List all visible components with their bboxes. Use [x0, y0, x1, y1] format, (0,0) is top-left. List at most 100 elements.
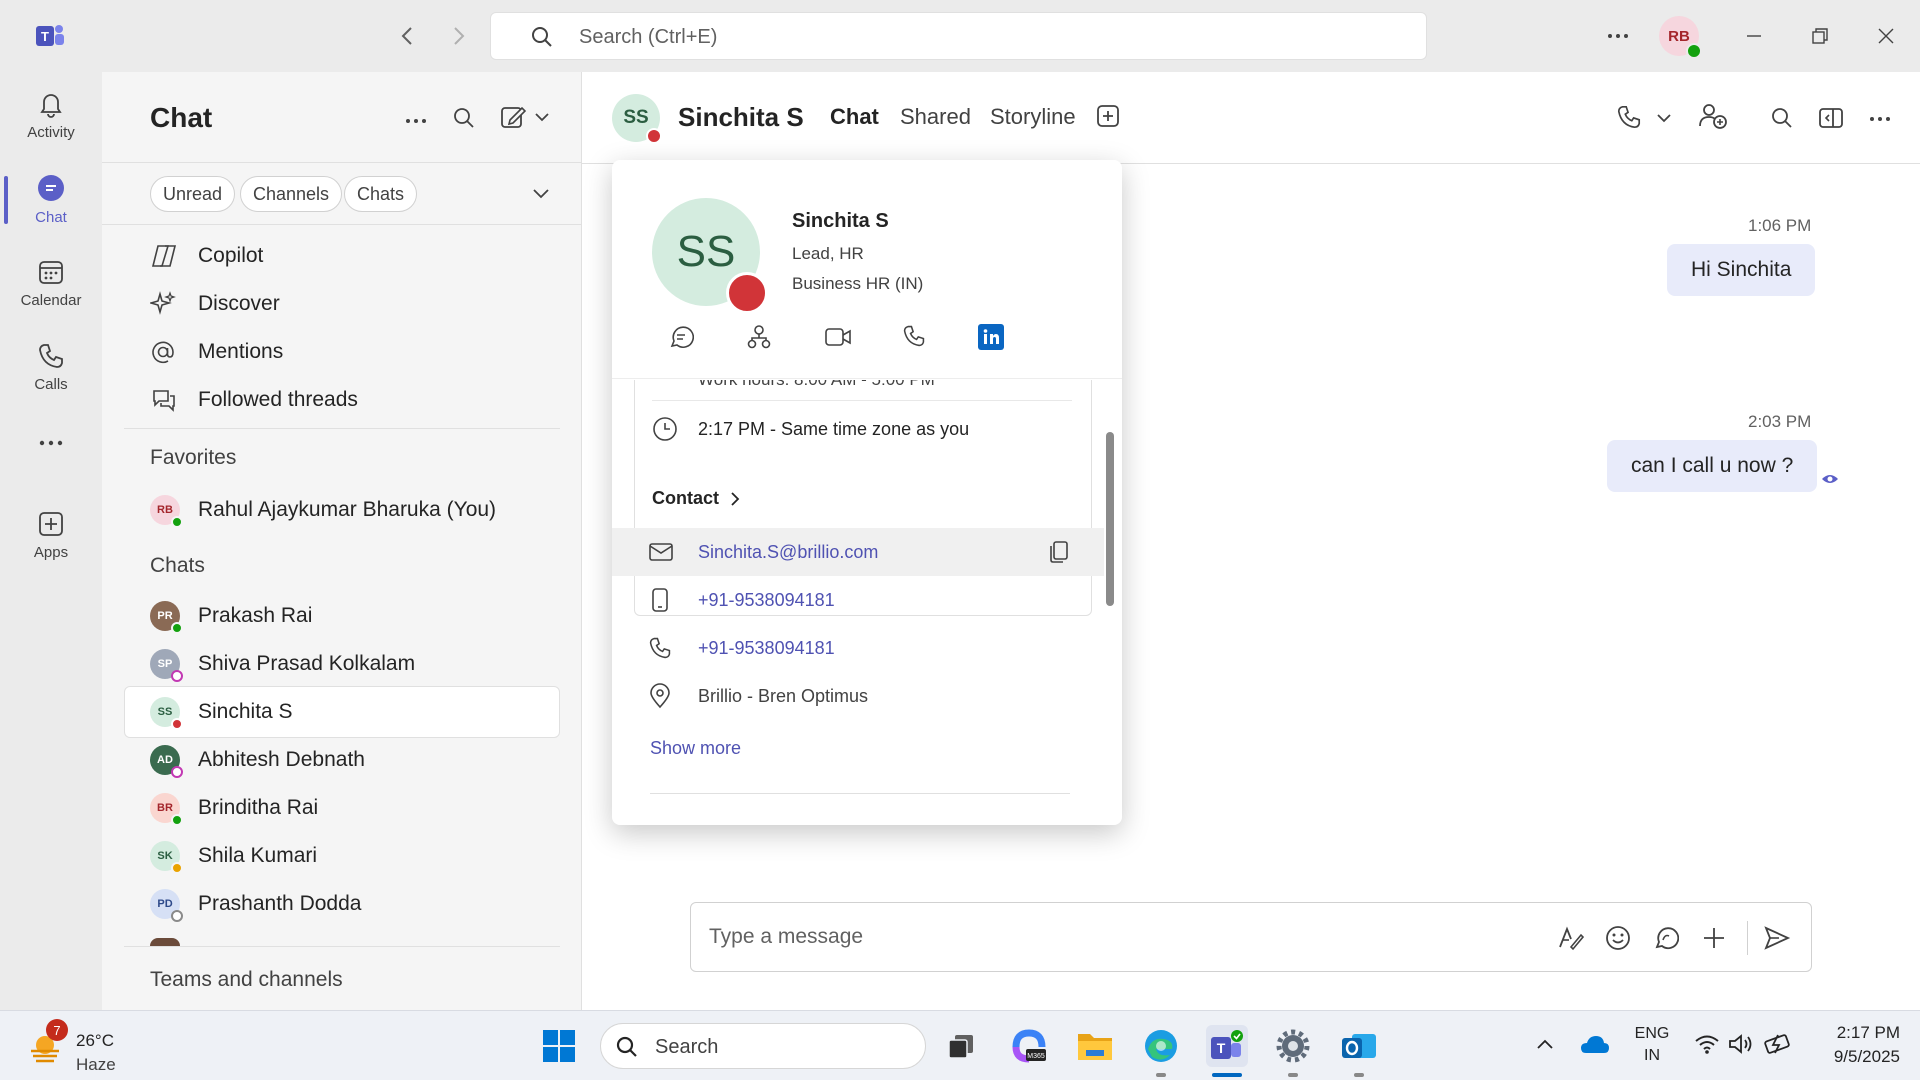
task-view-icon[interactable]: [940, 1025, 982, 1067]
email-row[interactable]: Sinchita.S@brillio.com: [612, 528, 1104, 576]
message-composer[interactable]: Type a message: [690, 902, 1812, 972]
m365-copilot-icon[interactable]: M365: [1008, 1025, 1050, 1067]
search-icon[interactable]: [1770, 106, 1794, 130]
back-arrow-icon[interactable]: [398, 24, 418, 48]
global-search-input[interactable]: Search (Ctrl+E): [490, 12, 1427, 60]
tab-chat[interactable]: Chat: [830, 104, 879, 130]
rail-item-calls[interactable]: Calls: [0, 328, 102, 406]
contact-section-title[interactable]: Contact: [652, 488, 741, 509]
settings-gear-icon[interactable]: [1272, 1025, 1314, 1067]
start-windows-icon[interactable]: [538, 1025, 580, 1067]
video-call-icon[interactable]: [824, 326, 852, 348]
message-bubble[interactable]: can I call u now ?: [1607, 440, 1818, 492]
rail-item-calendar[interactable]: Calendar: [0, 244, 102, 322]
send-icon[interactable]: [1763, 925, 1791, 951]
list-item-chat[interactable]: PD Prashanth Dodda: [150, 880, 361, 928]
contact-name[interactable]: Sinchita S: [678, 102, 804, 133]
nav-followed-threads[interactable]: Followed threads: [150, 380, 358, 420]
rail-item-apps[interactable]: Apps: [0, 496, 102, 574]
nav-discover[interactable]: Discover: [150, 284, 280, 324]
list-item-chat[interactable]: SK Shila Kumari: [150, 832, 317, 880]
list-item-chat[interactable]: BR Brinditha Rai: [150, 784, 318, 832]
chat-action-icon[interactable]: [668, 324, 694, 350]
language-indicator[interactable]: ENG IN: [1630, 1023, 1674, 1067]
avatar-initials: SK: [157, 850, 173, 862]
favorites-title[interactable]: Favorites: [150, 446, 236, 470]
contact-avatar[interactable]: SS: [612, 94, 662, 144]
rail-item-chat[interactable]: Chat: [0, 160, 102, 238]
scrollbar-thumb[interactable]: [1106, 432, 1114, 606]
emoji-icon[interactable]: [1605, 925, 1631, 951]
taskbar-search-label: Search: [655, 1036, 719, 1058]
org-chart-icon[interactable]: [746, 324, 772, 350]
loop-icon[interactable]: [1653, 925, 1679, 951]
outlook-icon[interactable]: [1338, 1025, 1380, 1067]
chats-title[interactable]: Chats: [150, 554, 205, 578]
mobile-link[interactable]: +91-9538094181: [698, 590, 835, 611]
list-item-chat[interactable]: SP Shiva Prasad Kolkalam: [150, 640, 415, 688]
message-bubble[interactable]: Hi Sinchita: [1667, 244, 1816, 296]
add-attachment-icon[interactable]: [1701, 925, 1727, 951]
presence-available-icon: [1686, 43, 1702, 59]
teams-app-icon[interactable]: T: [1206, 1025, 1248, 1067]
format-icon[interactable]: [1557, 925, 1585, 951]
forward-arrow-icon[interactable]: [448, 24, 468, 48]
add-tab-icon[interactable]: [1096, 104, 1120, 128]
list-item-chat[interactable]: AD Abhitesh Debnath: [150, 736, 365, 784]
tab-shared[interactable]: Shared: [900, 104, 971, 130]
battery-charging-icon[interactable]: [1764, 1033, 1794, 1055]
contact-name: Sinchita S: [198, 700, 293, 723]
title-bar: T Search (Ctrl+E) RB: [0, 0, 1920, 72]
search-icon[interactable]: [452, 106, 476, 130]
minimize-icon[interactable]: [1736, 18, 1772, 54]
filter-unread[interactable]: Unread: [150, 176, 236, 212]
more-apps-icon[interactable]: [38, 438, 64, 448]
open-side-panel-icon[interactable]: [1818, 106, 1844, 130]
filter-chats[interactable]: Chats: [344, 176, 418, 212]
restore-icon[interactable]: [1802, 18, 1838, 54]
user-avatar[interactable]: RB: [1659, 16, 1702, 59]
list-item-favorite[interactable]: RB Rahul Ajaykumar Bharuka (You): [150, 486, 496, 534]
nav-copilot[interactable]: Copilot: [150, 236, 263, 276]
tab-storyline[interactable]: Storyline: [990, 104, 1076, 130]
linkedin-icon[interactable]: [978, 324, 1004, 350]
edge-browser-icon[interactable]: [1140, 1025, 1182, 1067]
more-options-icon[interactable]: [1606, 26, 1630, 46]
wifi-icon[interactable]: [1694, 1033, 1720, 1055]
show-more-link[interactable]: Show more: [650, 738, 741, 759]
list-item-chat[interactable]: PR Prakash Rai: [150, 592, 312, 640]
nav-mentions[interactable]: Mentions: [150, 332, 283, 372]
weather-widget[interactable]: 7 26°C Haze: [24, 1019, 134, 1074]
running-indicator: [1156, 1073, 1166, 1077]
add-people-icon[interactable]: [1698, 102, 1728, 130]
file-explorer-icon[interactable]: [1074, 1025, 1116, 1067]
chevron-down-icon[interactable]: [1656, 112, 1672, 124]
avatar-initials: PD: [157, 898, 173, 910]
onedrive-cloud-icon[interactable]: [1580, 1033, 1610, 1055]
message-timestamp: 1:06 PM: [1748, 216, 1812, 235]
contact-name: Brinditha Rai: [198, 796, 319, 819]
audio-call-icon[interactable]: [902, 324, 926, 348]
profile-name: Sinchita S: [792, 210, 889, 232]
teams-channels-title[interactable]: Teams and channels: [150, 968, 343, 992]
taskbar-search[interactable]: Search: [600, 1023, 926, 1069]
list-item-chat[interactable]: SS Sinchita S: [150, 688, 293, 736]
nav-label: Mentions: [198, 340, 284, 363]
more-options-icon[interactable]: [1868, 114, 1892, 124]
phone-row[interactable]: +91-9538094181: [612, 624, 1104, 672]
more-options-icon[interactable]: [404, 116, 428, 126]
mobile-row[interactable]: +91-9538094181: [612, 576, 1104, 624]
call-icon[interactable]: [1616, 104, 1642, 130]
show-hidden-icons-chevron-icon[interactable]: [1536, 1037, 1554, 1051]
system-clock[interactable]: 2:17 PM 9/5/2025: [1800, 1021, 1900, 1069]
volume-icon[interactable]: [1728, 1033, 1756, 1055]
new-chat-icon[interactable]: [500, 104, 552, 130]
copy-icon[interactable]: [1048, 540, 1070, 564]
phone-link[interactable]: +91-9538094181: [698, 638, 835, 659]
email-link[interactable]: Sinchita.S@brillio.com: [698, 542, 878, 563]
filter-channels[interactable]: Channels: [240, 176, 343, 212]
contact-name: Shila Kumari: [198, 844, 318, 867]
close-icon[interactable]: [1868, 18, 1904, 54]
chevron-down-icon[interactable]: [532, 186, 550, 202]
rail-item-activity[interactable]: Activity: [0, 76, 102, 154]
